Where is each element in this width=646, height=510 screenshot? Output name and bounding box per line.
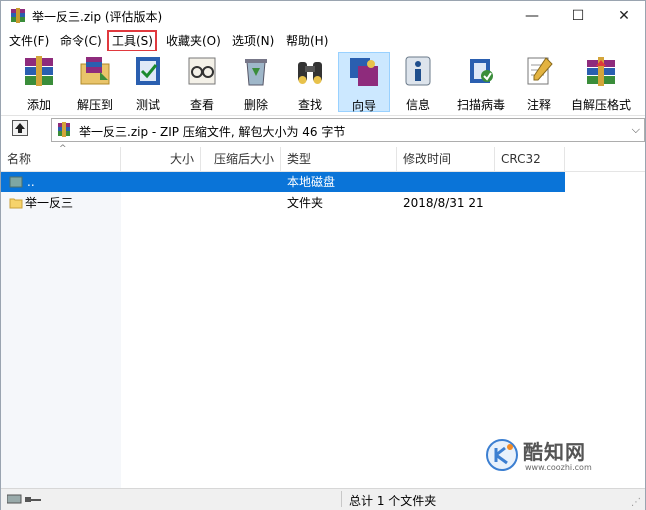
winrar-window: 举一反三.zip (评估版本) — ☐ ✕ 文件(F) 命令(C) 工具(S) … xyxy=(0,0,646,510)
scan-virus-button[interactable]: 扫描病毒 xyxy=(452,52,510,112)
chevron-down-icon[interactable]: ⌵ xyxy=(632,123,640,137)
row-name: .. xyxy=(27,175,35,189)
row-type: 文件夹 xyxy=(287,196,324,210)
row-modified: 2018/8/31 21 xyxy=(403,196,484,210)
zip-archive-icon xyxy=(58,122,70,137)
extract-to-button[interactable]: 解压到 xyxy=(71,52,119,112)
view-button[interactable]: 查看 xyxy=(179,52,225,112)
winrar-app-icon[interactable] xyxy=(10,8,26,24)
recycle-icon xyxy=(245,59,267,86)
column-crc32[interactable]: CRC32 xyxy=(495,147,565,171)
close-button[interactable]: ✕ xyxy=(601,1,646,31)
status-divider xyxy=(341,491,342,507)
status-bar: 总计 1 个文件夹 ⋰ xyxy=(1,488,645,510)
virus-scan-icon xyxy=(470,59,493,83)
title-bar: 举一反三.zip (评估版本) — ☐ ✕ xyxy=(1,1,645,31)
find-label: 查找 xyxy=(297,98,322,112)
test-button[interactable]: 测试 xyxy=(125,52,171,112)
add-label: 添加 xyxy=(26,98,51,112)
glasses-book-icon xyxy=(188,57,216,85)
test-label: 测试 xyxy=(135,98,160,112)
binoculars-icon xyxy=(298,62,322,84)
comment-label: 注释 xyxy=(526,98,551,112)
menu-favorites[interactable]: 收藏夹(O) xyxy=(166,31,221,51)
folder-icon xyxy=(9,198,23,209)
maximize-button[interactable]: ☐ xyxy=(555,1,601,31)
list-header: 名称 大小 压缩后大小 类型 修改时间 CRC32 xyxy=(1,147,645,172)
view-label: 查看 xyxy=(189,98,214,112)
info-label: 信息 xyxy=(405,98,430,112)
watermark-name: 酷知网 xyxy=(523,440,586,464)
up-folder-button[interactable] xyxy=(12,120,28,136)
test-icon xyxy=(136,57,160,85)
column-packed-size[interactable]: 压缩后大小 xyxy=(201,147,281,171)
toolbar: 添加 解压到 测试 查看 删除 查找 向导 信息 扫描病毒 注释 自解压格式 xyxy=(1,51,645,116)
add-button[interactable]: 添加 xyxy=(15,52,63,112)
scan-virus-label: 扫描病毒 xyxy=(456,98,505,112)
menu-help[interactable]: 帮助(H) xyxy=(286,31,328,51)
drive-key-icon xyxy=(7,494,41,504)
resize-grip-icon[interactable]: ⋰ xyxy=(631,497,641,508)
drive-icon xyxy=(9,176,23,188)
sfx-label: 自解压格式 xyxy=(570,98,631,112)
name-column-shade xyxy=(1,172,121,488)
column-size[interactable]: 大小 xyxy=(121,147,201,171)
menu-bar: 文件(F) 命令(C) 工具(S) 收藏夹(O) 选项(N) 帮助(H) xyxy=(1,31,645,51)
wizard-button[interactable]: 向导 xyxy=(338,52,390,113)
extract-folder-icon xyxy=(80,57,110,85)
column-modified[interactable]: 修改时间 xyxy=(397,147,495,171)
comment-button[interactable]: 注释 xyxy=(517,52,561,112)
books-icon xyxy=(25,56,53,86)
watermark-url: www.coozhi.com xyxy=(525,463,592,472)
info-button[interactable]: 信息 xyxy=(395,52,441,112)
watermark: 酷知网 www.coozhi.com xyxy=(485,436,605,476)
address-bar[interactable]: 举一反三.zip - ZIP 压缩文件, 解包大小为 46 字节 ⌵ xyxy=(51,118,645,142)
window-title: 举一反三.zip (评估版本) xyxy=(32,10,163,24)
menu-commands[interactable]: 命令(C) xyxy=(60,31,102,51)
comment-icon xyxy=(527,57,553,85)
row-name: 举一反三 xyxy=(25,196,74,210)
up-arrow-icon xyxy=(15,123,25,133)
minimize-button[interactable]: — xyxy=(509,1,555,31)
menu-options[interactable]: 选项(N) xyxy=(232,31,274,51)
sort-ascending-icon: ^ xyxy=(59,144,67,154)
info-icon xyxy=(405,56,431,86)
coozhi-logo-icon xyxy=(486,439,518,471)
delete-label: 删除 xyxy=(243,98,268,112)
delete-button[interactable]: 删除 xyxy=(233,52,279,112)
menu-file[interactable]: 文件(F) xyxy=(9,31,49,51)
find-button[interactable]: 查找 xyxy=(287,52,333,112)
extract-to-label: 解压到 xyxy=(76,98,113,112)
sfx-icon xyxy=(587,57,615,86)
address-path: 举一反三.zip - ZIP 压缩文件, 解包大小为 46 字节 xyxy=(79,125,346,139)
column-type[interactable]: 类型 xyxy=(281,147,397,171)
wizard-icon xyxy=(350,58,378,86)
list-row-folder[interactable]: 举一反三 文件夹 2018/8/31 21 xyxy=(1,193,565,213)
status-text: 总计 1 个文件夹 xyxy=(349,494,437,508)
sfx-button[interactable]: 自解压格式 xyxy=(568,52,634,112)
row-type: 本地磁盘 xyxy=(287,175,336,189)
address-row: 举一反三.zip - ZIP 压缩文件, 解包大小为 46 字节 ⌵ xyxy=(1,118,645,142)
wizard-label: 向导 xyxy=(351,99,376,113)
tools-menu-highlight-box xyxy=(107,30,157,52)
list-row-parent[interactable]: .. 本地磁盘 xyxy=(1,172,565,192)
